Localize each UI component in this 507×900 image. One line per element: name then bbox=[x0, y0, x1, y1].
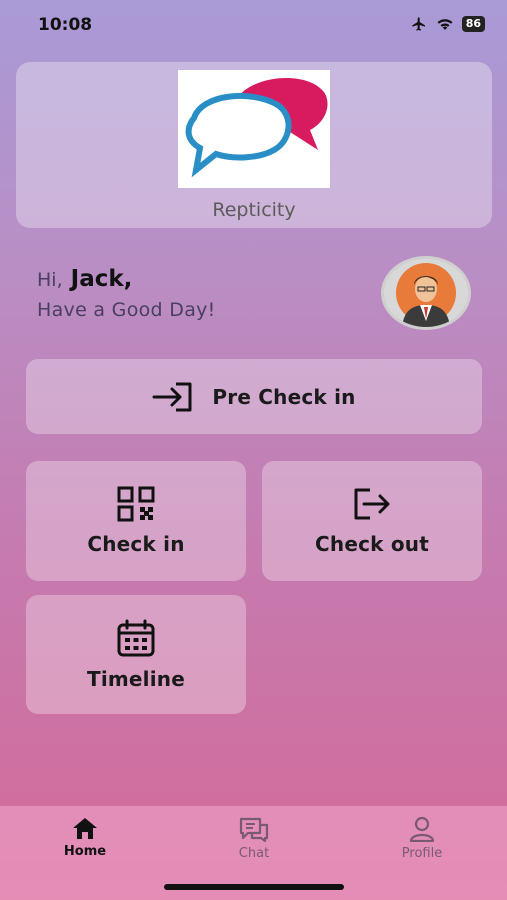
wifi-icon bbox=[437, 19, 453, 30]
nav-profile-label: Profile bbox=[401, 846, 443, 861]
brand-name: Repticity bbox=[212, 199, 296, 221]
repticity-logo bbox=[178, 70, 330, 188]
logo-card: Repticity bbox=[16, 62, 492, 228]
logout-icon bbox=[354, 488, 390, 520]
airplane-icon bbox=[412, 17, 425, 31]
pre-check-in-button[interactable]: Pre Check in bbox=[26, 359, 482, 434]
greeting-title: Hi, Jack, bbox=[37, 266, 132, 292]
qr-code-icon bbox=[117, 486, 155, 522]
check-out-label: Check out bbox=[315, 532, 429, 556]
nav-chat[interactable]: Chat bbox=[194, 816, 314, 861]
battery-icon: 86 bbox=[461, 16, 485, 32]
avatar[interactable] bbox=[381, 256, 471, 330]
greeting-message: Have a Good Day! bbox=[37, 299, 216, 321]
nav-chat-label: Chat bbox=[238, 846, 270, 861]
status-bar: 10:08 86 bbox=[0, 0, 507, 50]
timeline-label: Timeline bbox=[86, 666, 186, 691]
user-name: Jack, bbox=[70, 266, 133, 292]
status-icons: 86 bbox=[410, 16, 485, 32]
status-time: 10:08 bbox=[38, 15, 93, 35]
home-icon bbox=[73, 818, 97, 839]
nav-home-label: Home bbox=[63, 844, 107, 859]
check-in-label: Check in bbox=[87, 532, 185, 556]
greeting-hi: Hi, bbox=[37, 269, 63, 291]
nav-profile[interactable]: Profile bbox=[362, 816, 482, 861]
calendar-icon bbox=[117, 619, 155, 656]
home-indicator bbox=[164, 884, 344, 890]
chat-icon bbox=[239, 817, 269, 842]
login-icon bbox=[152, 382, 192, 411]
pre-check-in-label: Pre Check in bbox=[212, 384, 356, 409]
profile-icon bbox=[409, 816, 435, 842]
check-out-button[interactable]: Check out bbox=[262, 461, 482, 581]
check-in-button[interactable]: Check in bbox=[26, 461, 246, 581]
timeline-button[interactable]: Timeline bbox=[26, 595, 246, 714]
nav-home[interactable]: Home bbox=[25, 816, 145, 859]
